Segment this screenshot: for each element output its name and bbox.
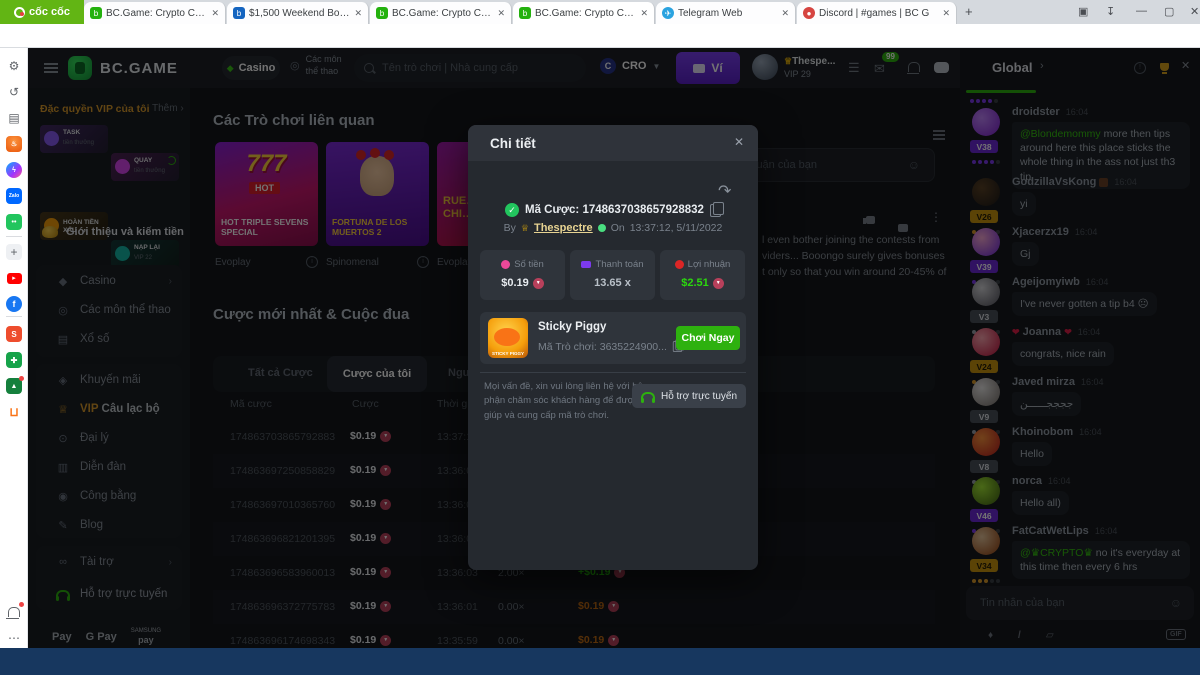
support-note: Mọi vấn đề, xin vui lòng liên hệ với bộ … — [484, 380, 656, 423]
browser-url-bar: ← → ↻ bc.game/vi/game/sticky-piggy-by-bo… — [0, 24, 1200, 48]
stat-amount: Số tiền $0.19 — [480, 250, 565, 300]
frog-emoji — [598, 224, 606, 232]
reading-list-icon[interactable]: ▤ — [6, 110, 22, 126]
browser-tab-bar: cốc cốc b BC.Game: Crypto Casino Gam ✕ b… — [0, 0, 1200, 24]
tab-close-icon[interactable]: ✕ — [781, 8, 789, 19]
game-name: Sticky Piggy — [538, 321, 606, 333]
sidebar-divider — [6, 316, 22, 317]
modal-close-icon[interactable]: ✕ — [734, 135, 744, 149]
shopee-icon[interactable]: S — [6, 326, 22, 342]
headset-icon — [641, 392, 655, 400]
stat-profit: Lợi nhuận $2.51 — [660, 250, 745, 300]
browser-tab[interactable]: ✈ Telegram Web ✕ — [656, 2, 796, 24]
profit-hand-icon — [675, 260, 684, 269]
bet-meta-row: By ♕ Thespectre On 13:37:12, 5/11/2022 — [468, 222, 758, 234]
bet-datetime: 13:37:12, 5/11/2022 — [630, 222, 723, 234]
stat-payout: Thanh toán 13.65 x — [570, 250, 655, 300]
tab-close-icon[interactable]: ✕ — [640, 8, 648, 19]
zalo-icon[interactable]: Zalo — [6, 188, 22, 204]
browser-tab[interactable]: b $1,500 Weekend Booongo M ✕ — [227, 2, 369, 24]
bcgame-favicon: b — [519, 7, 531, 19]
play-now-button[interactable]: Chơi Ngay — [676, 326, 740, 350]
sidebar-divider — [6, 236, 22, 237]
bet-id-row: ✓ Mã Cược: 1748637038657928832 — [468, 203, 758, 217]
gift-icon[interactable]: ✚ — [6, 352, 22, 368]
browser-tab[interactable]: ● Discord | #games | BC G ✕ — [797, 2, 957, 24]
coccoc-brand-label: cốc cốc — [29, 6, 70, 18]
telegram-favicon: ✈ — [662, 7, 674, 19]
coccoc-logo-icon — [14, 7, 25, 18]
coccoc-sidebar: ⚙ ↺ ▤ ♨ ϟ Zalo •• + ▸ f S ✚ ▲ ⊔ ⋯ — [0, 48, 28, 648]
notification-dot — [19, 376, 24, 381]
trx-coin-icon — [713, 278, 724, 289]
games-icon[interactable]: •• — [6, 214, 22, 230]
modal-divider — [480, 372, 746, 373]
add-shortcut-button[interactable]: + — [6, 244, 22, 260]
side-panel-icon[interactable]: ▣ — [1078, 5, 1088, 18]
more-icon[interactable]: ⋯ — [6, 630, 22, 646]
screen: cốc cốc b BC.Game: Crypto Casino Gam ✕ b… — [0, 0, 1200, 675]
browser-tab[interactable]: b BC.Game: Crypto Casino Gam ✕ — [84, 2, 226, 24]
bcgame-favicon: b — [376, 7, 388, 19]
bet-id-value: 1748637038657928832 — [582, 204, 704, 216]
modal-title: Chi tiết — [490, 136, 536, 151]
crown-icon: ♕ — [521, 223, 529, 234]
coccoc-brand[interactable]: cốc cốc — [0, 0, 84, 24]
booongo-favicon: b — [233, 7, 245, 19]
discord-favicon: ● — [803, 7, 815, 19]
verified-shield-icon: ✓ — [505, 203, 519, 217]
payout-card-icon — [581, 261, 591, 268]
tab-close-icon[interactable]: ✕ — [354, 8, 362, 19]
browser-tab[interactable]: b BC.Game: Crypto Casino Gam ✕ — [370, 2, 512, 24]
modal-header: Chi tiết ✕ — [468, 125, 758, 161]
history-icon[interactable]: ↺ — [6, 84, 22, 100]
game-id-row: Mã Trò chơi: 3635224900... — [538, 340, 683, 353]
piggy-art — [494, 328, 520, 346]
notification-dot — [19, 602, 24, 607]
copy-icon[interactable] — [710, 204, 721, 217]
new-tab-button[interactable]: + — [965, 4, 973, 19]
bet-details-modal: Chi tiết ✕ ↷ ✓ Mã Cược: 1748637038657928… — [468, 125, 758, 570]
bell-shape — [8, 607, 20, 617]
window-maximize-button[interactable]: ▢ — [1164, 5, 1174, 18]
browser-tab-active[interactable]: b BC.Game: Crypto Casino Gam ✕ — [513, 2, 655, 24]
window-minimize-button[interactable]: — — [1136, 5, 1147, 17]
trx-coin-icon — [533, 278, 544, 289]
cart-icon[interactable]: ⊔ — [6, 404, 22, 420]
windows-taskbar: C ∧ ENG 4:04 PM 11/6/2022 — [0, 648, 1200, 675]
tab-close-icon[interactable]: ✕ — [497, 8, 505, 19]
bet-username[interactable]: Thespectre — [534, 222, 593, 234]
amount-icon — [501, 260, 510, 269]
share-bet-icon[interactable]: ↷ — [718, 181, 731, 201]
game-thumbnail[interactable]: STICKY PIGGY — [488, 318, 528, 358]
youtube-play-icon: ▸ — [7, 273, 22, 284]
youtube-icon[interactable]: ▸ — [6, 270, 22, 286]
tab-search-icon[interactable]: ↧ — [1106, 5, 1115, 18]
window-close-button[interactable]: ✕ — [1190, 5, 1199, 18]
notification-bell-icon[interactable] — [6, 604, 22, 620]
school-icon[interactable]: ▲ — [6, 378, 22, 394]
settings-gear-icon[interactable]: ⚙ — [6, 58, 22, 74]
tab-close-icon[interactable]: ✕ — [942, 8, 950, 19]
hot-trends-icon[interactable]: ♨ — [6, 136, 22, 152]
bcgame-favicon: b — [90, 7, 102, 19]
game-summary-row: STICKY PIGGY Sticky Piggy Mã Trò chơi: 3… — [480, 312, 746, 364]
tab-close-icon[interactable]: ✕ — [211, 8, 219, 19]
facebook-icon[interactable]: f — [6, 296, 22, 312]
live-support-button[interactable]: Hỗ trợ trực tuyến — [632, 384, 746, 408]
messenger-icon[interactable]: ϟ — [6, 162, 22, 178]
game-id-value: 3635224900... — [600, 341, 667, 353]
